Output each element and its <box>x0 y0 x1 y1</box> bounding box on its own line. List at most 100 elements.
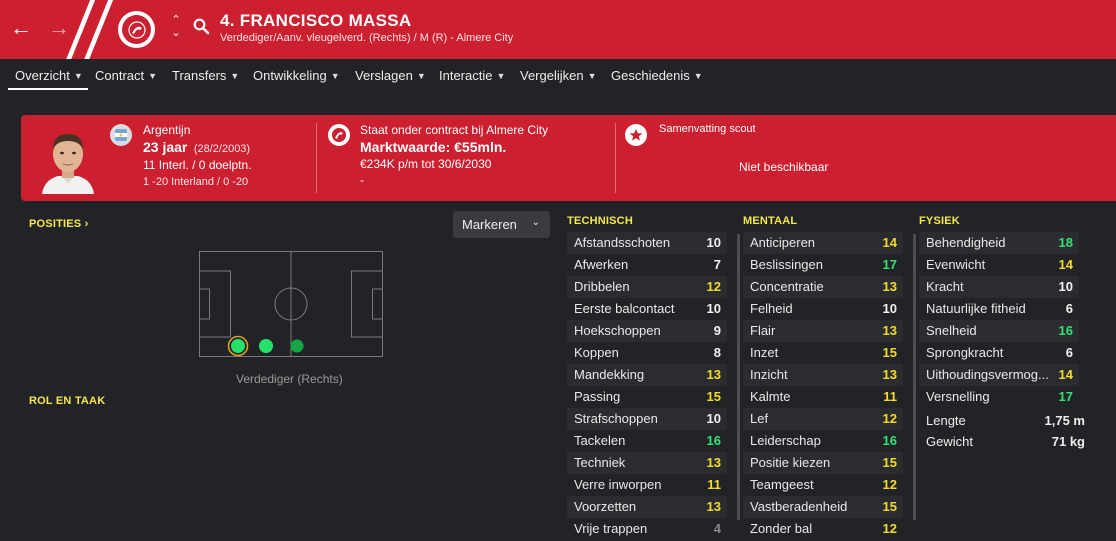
technical-attributes: Afstandsschoten 10 Afwerken 7 Dribbelen 12 Eer… <box>567 232 727 540</box>
tab-label: Overzicht <box>15 68 70 83</box>
attribute-value: 6 <box>1065 301 1073 316</box>
star-icon <box>625 124 647 146</box>
chevron-down-icon: ▼ <box>73 71 83 81</box>
attribute-row[interactable]: Passing 15 <box>567 386 727 408</box>
height-value: 1,75 m <box>1044 413 1085 428</box>
tab-transfers[interactable]: Transfers ▼ <box>172 68 239 83</box>
attribute-value: 16 <box>1058 323 1073 338</box>
attribute-row[interactable]: Tackelen 16 <box>567 430 727 452</box>
attribute-row[interactable]: Kracht 10 <box>919 276 1079 298</box>
attribute-value: 12 <box>882 411 897 426</box>
player-switcher[interactable]: ⌃ ⌄ <box>169 14 183 40</box>
attribute-name: Koppen <box>574 345 619 360</box>
role-duty-title: ROL EN TAAK <box>29 395 106 407</box>
attribute-row[interactable]: Kalmte 11 <box>743 386 903 408</box>
club-logo[interactable] <box>118 11 155 48</box>
attribute-row[interactable]: Lef 12 <box>743 408 903 430</box>
highlight-dropdown[interactable]: Markeren ⌄ <box>453 211 550 238</box>
attribute-row[interactable]: Afwerken 7 <box>567 254 727 276</box>
attribute-row[interactable]: Verre inworpen 11 <box>567 474 727 496</box>
tab-label: Interactie <box>439 68 493 83</box>
tab-vergelijken[interactable]: Vergelijken ▼ <box>520 68 597 83</box>
attribute-row[interactable]: Zonder bal 12 <box>743 518 903 540</box>
attribute-row[interactable]: Versnelling 17 <box>919 386 1079 408</box>
attribute-row[interactable]: Inzicht 13 <box>743 364 903 386</box>
club-crest-icon <box>127 20 146 39</box>
attribute-name: Leiderschap <box>750 433 821 448</box>
attribute-row[interactable]: Leiderschap 16 <box>743 430 903 452</box>
attribute-row[interactable]: Koppen 8 <box>567 342 727 364</box>
club-badge-icon <box>328 124 350 146</box>
wage: €234K p/m tot 30/6/2030 <box>360 157 492 171</box>
weight-value: 71 kg <box>1051 434 1085 449</box>
attribute-row[interactable]: Positie kiezen 15 <box>743 452 903 474</box>
contract-extra: - <box>360 173 364 187</box>
attribute-value: 14 <box>1058 367 1073 382</box>
attribute-value: 15 <box>882 345 897 360</box>
attribute-row[interactable]: Mandekking 13 <box>567 364 727 386</box>
back-arrow-icon[interactable]: ← <box>10 14 32 42</box>
attribute-value: 11 <box>707 477 721 492</box>
tab-interactie[interactable]: Interactie ▼ <box>439 68 505 83</box>
page-title: 4. FRANCISCO MASSA <box>220 11 412 30</box>
attribute-row[interactable]: Vrije trappen 4 <box>567 518 727 540</box>
attribute-value: 13 <box>706 367 721 382</box>
tab-geschiedenis[interactable]: Geschiedenis ▼ <box>611 68 703 83</box>
attribute-row[interactable]: Voorzetten 13 <box>567 496 727 518</box>
attribute-row[interactable]: Uithoudingsvermog... 14 <box>919 364 1079 386</box>
height-row: Lengte 1,75 m <box>926 413 1085 428</box>
tab-overzicht[interactable]: Overzicht ▼ <box>15 68 83 83</box>
attribute-row[interactable]: Dribbelen 12 <box>567 276 727 298</box>
attribute-row[interactable]: Afstandsschoten 10 <box>567 232 727 254</box>
attribute-row[interactable]: Sprongkracht 6 <box>919 342 1079 364</box>
attribute-row[interactable]: Natuurlijke fitheid 6 <box>919 298 1079 320</box>
attribute-row[interactable]: Vastberadenheid 15 <box>743 496 903 518</box>
chevron-down-icon: ⌄ <box>531 217 540 228</box>
attribute-row[interactable]: Eerste balcontact 10 <box>567 298 727 320</box>
attribute-row[interactable]: Teamgeest 12 <box>743 474 903 496</box>
attribute-name: Passing <box>574 389 621 404</box>
attribute-row[interactable]: Behendigheid 18 <box>919 232 1079 254</box>
attribute-row[interactable]: Snelheid 16 <box>919 320 1079 342</box>
highlight-dropdown-label: Markeren <box>462 217 517 232</box>
attribute-name: Afstandsschoten <box>574 235 671 250</box>
attribute-name: Behendigheid <box>926 235 1006 250</box>
attribute-row[interactable]: Strafschoppen 10 <box>567 408 727 430</box>
chevron-down-icon: ▼ <box>148 71 158 81</box>
attribute-name: Afwerken <box>574 257 629 272</box>
search-icon[interactable] <box>193 18 210 35</box>
attribute-row[interactable]: Beslissingen 17 <box>743 254 903 276</box>
attribute-row[interactable]: Felheid 10 <box>743 298 903 320</box>
attribute-value: 15 <box>882 455 897 470</box>
forward-arrow-icon[interactable]: → <box>48 14 70 42</box>
attribute-row[interactable]: Anticiperen 14 <box>743 232 903 254</box>
nationality-flag-icon <box>110 124 132 146</box>
attribute-row[interactable]: Hoekschoppen 9 <box>567 320 727 342</box>
chevron-up-icon[interactable]: ⌃ <box>169 14 183 27</box>
attribute-value: 10 <box>1058 279 1073 294</box>
attribute-value: 13 <box>882 279 897 294</box>
positions-title[interactable]: POSITIES › <box>29 218 88 230</box>
attribute-row[interactable]: Inzet 15 <box>743 342 903 364</box>
attribute-row[interactable]: Flair 13 <box>743 320 903 342</box>
attribute-name: Mandekking <box>574 367 645 382</box>
attribute-value: 18 <box>1058 235 1073 250</box>
attribute-name: Snelheid <box>926 323 977 338</box>
attribute-value: 16 <box>882 433 897 448</box>
attribute-row[interactable]: Evenwicht 14 <box>919 254 1079 276</box>
attribute-value: 16 <box>706 433 721 448</box>
tab-contract[interactable]: Contract ▼ <box>95 68 157 83</box>
attribute-row[interactable]: Techniek 13 <box>567 452 727 474</box>
chevron-down-icon: ▼ <box>587 71 597 81</box>
chevron-down-icon[interactable]: ⌄ <box>169 27 183 40</box>
tab-verslagen[interactable]: Verslagen ▼ <box>355 68 426 83</box>
attribute-value: 12 <box>882 477 897 492</box>
attribute-value: 9 <box>713 323 721 338</box>
position-marker <box>290 339 304 353</box>
physical-attributes: Behendigheid 18 Evenwicht 14 Kracht 10 Natuurl… <box>913 232 1079 520</box>
tab-ontwikkeling[interactable]: Ontwikkeling ▼ <box>253 68 340 83</box>
tab-label: Verslagen <box>355 68 413 83</box>
player-header: ← → ⌃ ⌄ 4. FRANCISCO MASSA Verdediger/Aa… <box>0 0 1116 59</box>
attribute-row[interactable]: Concentratie 13 <box>743 276 903 298</box>
scout-summary-title: Samenvatting scout <box>659 123 756 135</box>
